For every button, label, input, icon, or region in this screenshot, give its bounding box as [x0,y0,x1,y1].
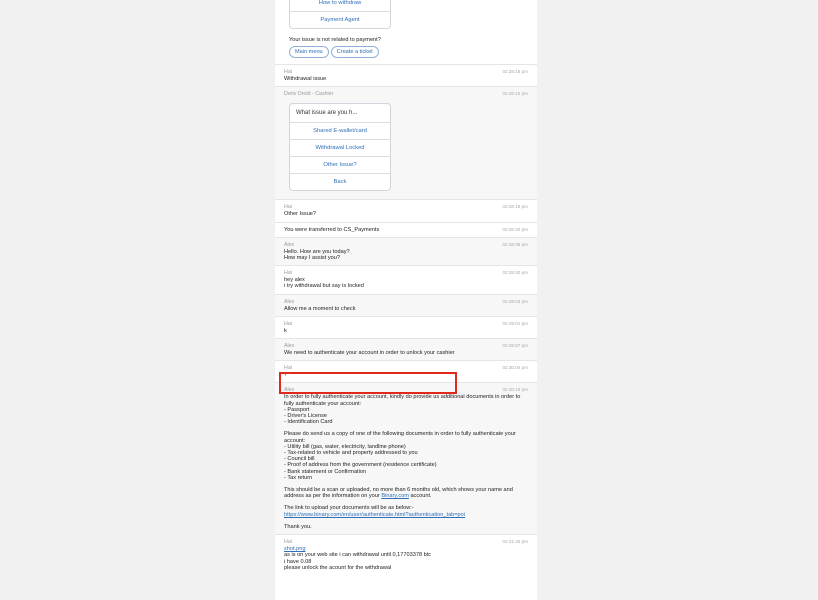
message-time: 02:28:40 pm [502,270,528,276]
message-user: Hai 02:31:26 pm shot.png as is on your w… [275,534,537,575]
message-sender: Alex [284,241,295,248]
message-agent-documents: Alex 02:30:19 pm In order to fully authe… [275,382,537,535]
message-text: You were transferred to CS_Payments [284,226,380,233]
not-related-section: How to withdraw Payment Agent Your issue… [275,0,537,64]
create-ticket-button[interactable]: Create a ticket [330,46,379,59]
upload-documents-link[interactable]: https://www.binary.com/en/user/authentic… [284,512,465,518]
message-sender: Hai [284,69,292,76]
message-text: ? [284,372,288,379]
card-title: What issue are you h... [296,110,358,117]
shared-ewallet-button[interactable]: Shared E-wallet/card [290,122,390,139]
message-paragraph: Thank you. [284,523,312,530]
message-text: please unlock the acount for the withdra… [284,564,392,571]
binary-link[interactable]: Binary.com [381,493,409,499]
message-sender: Hai [284,204,292,211]
message-sender: Alex [284,343,295,350]
withdrawal-locked-button[interactable]: Withdrawal Locked [290,139,390,156]
message-user: Hai 02:26:15 pm Withdrawal issue [275,64,537,86]
message-time: 02:30:19 pm [502,387,528,393]
message-time: 02:26:20 pm [502,226,528,232]
message-text: We need to authenticate your account in … [284,350,455,357]
message-sender: Hai [284,365,292,372]
message-sender: Hai [284,270,292,277]
message-bot-menu: Deriv Droid - Cashier 02:26:15 pm What i… [275,86,537,200]
message-time: 02:31:26 pm [502,539,528,545]
message-paragraph: Please do send us a copy of one of the f… [284,431,518,444]
message-sender: Alex [284,387,295,394]
issue-options-card: What issue are you h... Shared E-wallet/… [289,103,391,192]
message-time: 02:29:03 pm [502,298,528,304]
message-time: 02:29:57 pm [502,343,528,349]
message-text: How may I assist you? [284,255,340,262]
chat-panel: How to withdraw Payment Agent Your issue… [275,0,537,600]
message-time: 02:29:01 pm [502,320,528,326]
message-user: Hai 02:30:04 pm ? [275,360,537,382]
message-user: Hai 02:28:40 pm hey alex i try withdrawa… [275,265,537,293]
message-paragraph: In order to fully authenticate your acco… [284,394,522,407]
message-sender: Hai [284,320,292,327]
back-button[interactable]: Back [290,173,390,190]
message-agent: Alex 02:29:03 pm Allow me a moment to ch… [275,293,537,316]
message-system: 02:26:20 pm You were transferred to CS_P… [275,221,537,237]
message-time: 02:26:19 pm [502,204,528,210]
message-sender: Hai [284,539,292,546]
other-issue-button[interactable]: Other Issue? [290,156,390,173]
message-sender: Deriv Droid - Cashier [284,91,334,98]
message-time: 02:26:15 pm [502,69,528,75]
message-time: 02:30:04 pm [502,365,528,371]
message-agent-authenticate: Alex 02:29:57 pm We need to authenticate… [275,338,537,361]
top-options-card: How to withdraw Payment Agent [289,0,391,29]
attachment-link[interactable]: shot.png [284,546,305,552]
how-to-withdraw-button[interactable]: How to withdraw [290,0,390,11]
message-time: 02:26:15 pm [502,91,528,97]
message-text: Other Issue? [284,211,317,218]
message-time: 02:28:38 pm [502,241,528,247]
message-paragraph: This should be a scan or uploaded, no mo… [284,487,528,499]
paragraph-text: account. [408,493,432,500]
message-user: Hai 02:26:19 pm Other Issue? [275,199,537,221]
not-related-prompt: Your issue is not related to payment? [289,37,381,43]
message-text: k [284,327,287,334]
main-menu-button[interactable]: Main menu [289,46,329,59]
message-text: Withdrawal issue [284,76,327,83]
message-user: Hai 02:29:01 pm k [275,315,537,338]
payment-agent-button[interactable]: Payment Agent [290,11,390,28]
message-text: i try withdrawal but say is locked [284,283,364,290]
message-text: Allow me a moment to check [284,305,356,312]
message-sender: Alex [284,298,295,305]
message-agent: Alex 02:28:38 pm Hello. How are you toda… [275,236,537,266]
